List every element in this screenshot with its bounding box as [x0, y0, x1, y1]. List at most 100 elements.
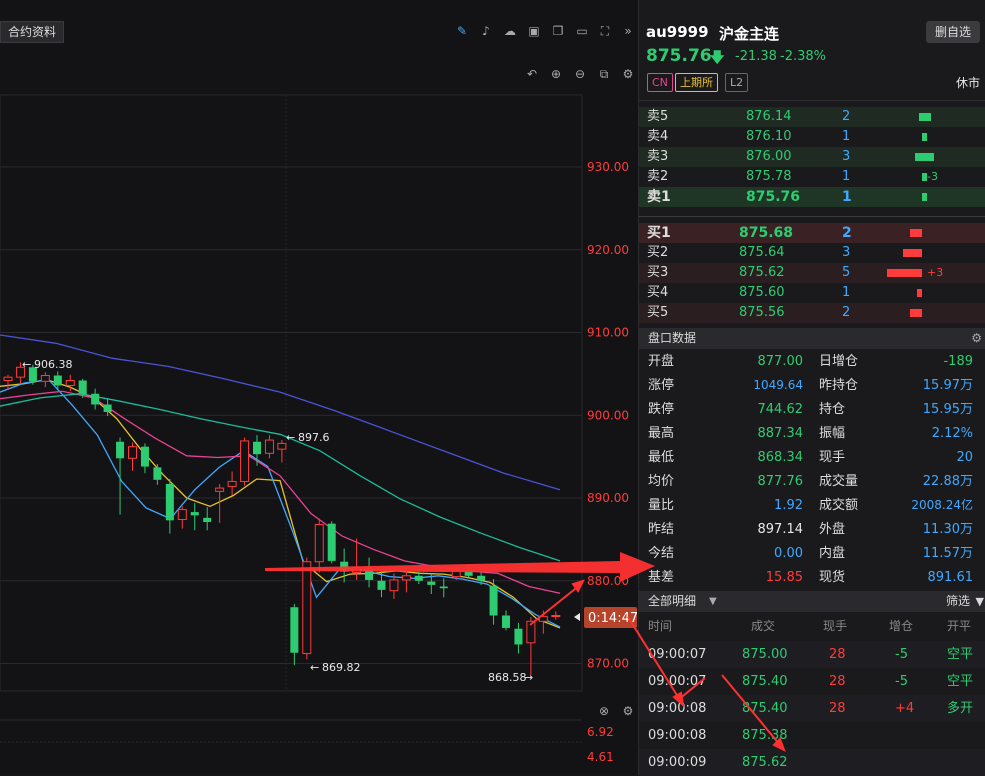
left-arrow-icon: ←: [22, 358, 31, 371]
candle-body: [177, 509, 187, 521]
indicator-settings-icon[interactable]: ⚙: [621, 704, 635, 718]
candle-body: [401, 575, 411, 581]
moving-average-line: [0, 379, 561, 628]
trade-oi: +4: [895, 701, 915, 716]
trade-row[interactable]: 09:00:07 875.00 28 -5 空平: [639, 641, 985, 668]
countdown-timer: 0:14:47: [588, 611, 638, 626]
stat-label: 持仓: [819, 402, 846, 417]
bid-row[interactable]: 买5 875.56 2: [639, 303, 985, 323]
bid-label: 买3: [647, 265, 669, 280]
trade-time: 09:00:08: [648, 728, 707, 743]
moving-average-line: [0, 334, 561, 491]
candle-body: [153, 467, 162, 480]
trade-time: 09:00:08: [648, 701, 707, 716]
candle-body: [352, 567, 362, 573]
candle-body: [103, 404, 112, 412]
price-axis-label: 930.00: [587, 160, 629, 174]
ask-qty: 1: [842, 169, 851, 184]
filter-button[interactable]: 筛选: [946, 591, 970, 612]
price-annotation: 869.82: [322, 661, 361, 674]
stat-label: 振幅: [819, 426, 846, 441]
col-type: 开平: [947, 619, 972, 633]
price-annotation: 897.6: [298, 431, 330, 444]
left-arrow-icon: ←: [286, 431, 295, 444]
trades-title[interactable]: 全部明细: [648, 591, 696, 612]
ask-label: 卖3: [647, 149, 669, 164]
price-down-arrow-icon: 🡇: [710, 50, 725, 66]
stat-label: 外盘: [819, 522, 846, 537]
stat-label: 基差: [648, 570, 675, 585]
candle-body: [290, 607, 299, 653]
bid-row[interactable]: 买2 875.64 3: [639, 243, 985, 263]
col-qty: 现手: [823, 619, 848, 633]
bid-delta: +3: [927, 266, 944, 279]
filter-icon[interactable]: ▼: [976, 591, 984, 612]
price-annotation: 906.38: [34, 358, 73, 371]
stat-value: 20: [956, 450, 973, 465]
volume-bar: [915, 153, 934, 161]
price-axis-label: 880.00: [587, 574, 629, 588]
ask-price: 875.78: [746, 169, 792, 184]
candle-body: [439, 586, 448, 589]
stats-settings-icon[interactable]: ⚙: [971, 328, 982, 349]
stat-label: 均价: [648, 474, 675, 489]
chevron-down-icon[interactable]: ▼: [709, 591, 717, 612]
ask-row[interactable]: 卖1 875.76 1: [639, 187, 985, 207]
stat-label: 最低: [648, 450, 675, 465]
bid-qty: 5: [842, 265, 851, 280]
candle-body: [314, 523, 324, 563]
stat-value: 15.85: [765, 570, 803, 585]
price-change-pct: -2.38%: [780, 49, 826, 64]
ask-qty: 2: [842, 109, 851, 124]
bid-qty: 2: [842, 305, 851, 320]
trade-price: 875.62: [742, 755, 788, 770]
stat-label: 现手: [819, 450, 846, 465]
stat-value: 1.92: [774, 498, 803, 513]
delete-watchlist-button[interactable]: 删自选: [926, 21, 980, 43]
candle-body: [203, 517, 212, 522]
trade-row[interactable]: 09:00:07 875.40 28 -5 空平: [639, 668, 985, 695]
stat-label: 昨结: [648, 522, 675, 537]
bid-price: 875.62: [739, 265, 785, 280]
bid-label: 买4: [647, 285, 669, 300]
candle-body: [91, 393, 100, 405]
stat-value: 22.88万: [922, 474, 973, 489]
tag-cn: CN: [647, 73, 673, 92]
ask-row[interactable]: 卖2 875.78 1 -3: [639, 167, 985, 187]
bid-label: 买5: [647, 305, 669, 320]
price-axis-label: 890.00: [587, 491, 629, 505]
stat-label: 跌停: [648, 402, 675, 417]
trade-row[interactable]: 09:00:08 875.40 28 +4 多开: [639, 695, 985, 722]
stats-header: 盘口数据 ⚙: [639, 328, 985, 349]
ask-row[interactable]: 卖5 876.14 2: [639, 107, 985, 127]
stat-value: 897.14: [757, 522, 804, 537]
stat-label: 涨停: [648, 378, 675, 393]
bid-row[interactable]: 买1 875.68 2: [639, 223, 985, 243]
stat-value: 877.76: [757, 474, 804, 489]
price-axis-label: 870.00: [587, 657, 629, 671]
trade-row[interactable]: 09:00:08 875.38: [639, 722, 985, 749]
price-axis-label: 900.00: [587, 408, 629, 422]
candle-body: [365, 569, 374, 580]
close-indicator-icon[interactable]: ⊗: [597, 704, 611, 718]
candlestick-chart[interactable]: 930.00 920.00 910.00 900.00 890.00 880.00 870.…: [0, 0, 638, 775]
bid-row[interactable]: 买4 875.60 1: [639, 283, 985, 303]
candle-body: [340, 561, 349, 572]
indicator-axis-label: 6.92: [587, 725, 614, 739]
volume-bar: [887, 269, 922, 277]
symbol-code: au9999: [646, 23, 709, 41]
bid-row[interactable]: 买3 875.62 5 +3: [639, 263, 985, 283]
last-price: 875.76: [646, 46, 712, 66]
ask-row[interactable]: 卖4 876.10 1: [639, 127, 985, 147]
trades-columns: 时间 成交 现手 增仓 开平: [639, 613, 985, 640]
ask-qty: 1: [842, 189, 852, 205]
divider: [639, 100, 985, 101]
quote-panel: au9999 沪金主连 删自选 875.76 🡇 -21.38 -2.38% C…: [638, 0, 985, 776]
chart-area[interactable]: 合约资料 ✎ ♪ ☁ ▣ ❐ ▭ ⛶ » ↶ ⊕ ⊖ ⧉ ⚙ 930.00 920…: [0, 0, 638, 775]
trade-row[interactable]: 09:00:09 875.62: [639, 749, 985, 776]
candle-body: [477, 575, 486, 581]
left-arrow-icon: ←: [310, 661, 319, 674]
stat-label: 日增仓: [819, 354, 859, 369]
ask-row[interactable]: 卖3 876.00 3: [639, 147, 985, 167]
trade-type: 空平: [947, 647, 974, 662]
